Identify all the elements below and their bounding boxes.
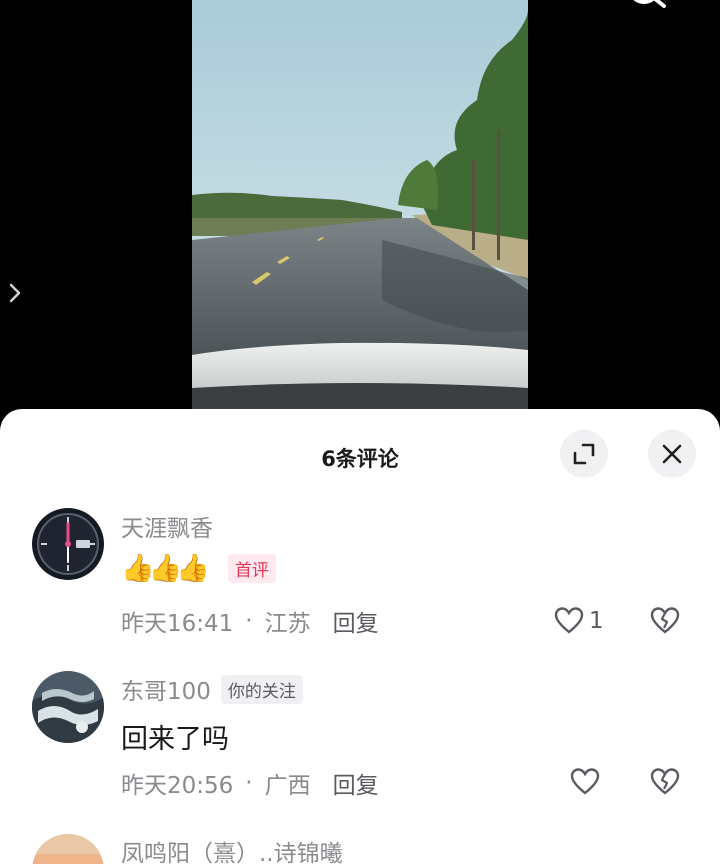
close-icon <box>662 444 682 464</box>
water-avatar-image <box>32 671 104 743</box>
meta-separator: · <box>245 608 253 634</box>
heart-icon <box>570 768 600 795</box>
thumbs-up-emoji: 👍👍👍 <box>121 553 210 584</box>
broken-heart-icon <box>650 607 680 634</box>
watch-avatar-image <box>32 508 104 580</box>
avatar[interactable] <box>32 508 104 580</box>
like-count: 1 <box>589 608 604 634</box>
search-icon <box>633 0 666 8</box>
comment-content: 👍👍👍 首评 <box>121 552 276 584</box>
like-button[interactable] <box>569 765 601 799</box>
reply-button[interactable]: 回复 <box>333 604 379 638</box>
avatar[interactable] <box>32 834 104 864</box>
comment-content: 回来了吗 <box>121 717 229 756</box>
avatar[interactable] <box>32 671 104 743</box>
comment-location: 江苏 <box>264 611 311 637</box>
name-row: 天涯飘香 <box>121 509 213 543</box>
reply-button[interactable]: 回复 <box>333 766 379 800</box>
meta-separator: · <box>245 770 253 796</box>
like-button[interactable]: 1 <box>553 604 604 638</box>
sunset-avatar-image <box>32 834 104 864</box>
dislike-button[interactable] <box>648 604 682 638</box>
comment-meta: 昨天16:41 · 江苏 回复 <box>121 604 379 638</box>
chevron-right-icon <box>9 283 21 303</box>
expand-icon <box>573 443 595 465</box>
username[interactable]: 东哥100 <box>121 672 211 706</box>
road-scene-image <box>192 0 528 410</box>
comment-text: 回来了吗 <box>121 724 229 755</box>
comment-time: 昨天16:41 <box>121 611 234 637</box>
username[interactable]: 天涯飘香 <box>121 509 213 543</box>
expand-button[interactable] <box>560 430 608 478</box>
comment-meta: 昨天20:56 · 广西 回复 <box>121 766 379 800</box>
video-frame[interactable] <box>192 0 528 410</box>
following-badge: 你的关注 <box>220 674 303 704</box>
comments-sheet: 6条评论 天涯飘香 👍👍👍 首评 昨天16:41 · 江苏 回复 1 东哥100… <box>0 409 720 864</box>
name-row: 凤鸣阳（熹）..诗锦曦 <box>121 836 343 864</box>
name-row: 东哥100 你的关注 <box>121 672 303 706</box>
username[interactable]: 凤鸣阳（熹）..诗锦曦 <box>121 834 343 864</box>
comments-count-title: 6条评论 <box>321 447 399 471</box>
first-comment-badge: 首评 <box>227 553 276 583</box>
heart-icon <box>554 607 584 634</box>
comment-location: 广西 <box>264 773 311 799</box>
comment-time: 昨天20:56 <box>121 773 234 799</box>
search-button[interactable] <box>622 0 672 20</box>
side-panel-arrow[interactable] <box>6 280 26 306</box>
close-button[interactable] <box>648 430 696 478</box>
video-player[interactable] <box>0 0 720 420</box>
dislike-button[interactable] <box>648 765 682 799</box>
broken-heart-icon <box>650 768 680 795</box>
